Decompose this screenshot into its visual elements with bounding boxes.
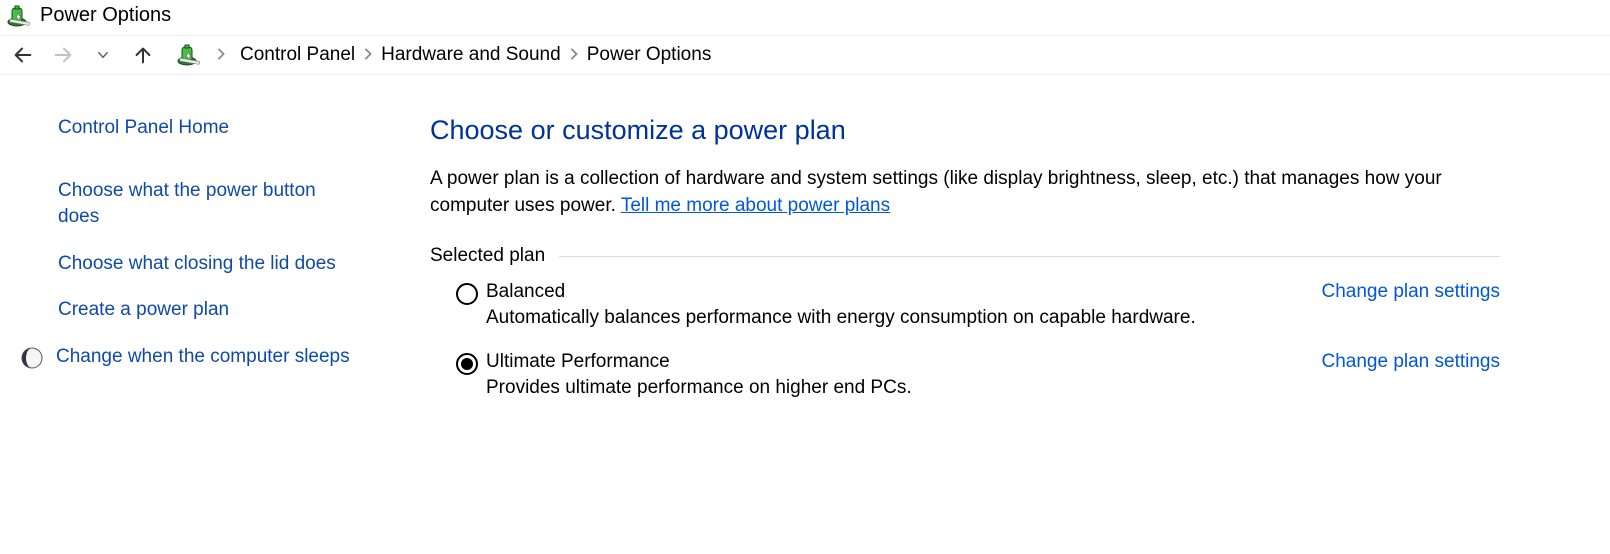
description-text: A power plan is a collection of hardware… xyxy=(430,168,1442,216)
sidebar-link-closing-lid[interactable]: Choose what closing the lid does xyxy=(58,251,360,278)
chevron-right-icon[interactable] xyxy=(569,47,579,63)
navigation-bar: Control Panel Hardware and Sound Power O… xyxy=(0,35,1610,75)
power-battery-icon xyxy=(6,5,32,27)
section-selected-plan: Selected plan xyxy=(430,245,1500,267)
sidebar-home-link[interactable]: Control Panel Home xyxy=(58,115,360,142)
chevron-right-icon[interactable] xyxy=(363,47,373,63)
back-button[interactable] xyxy=(10,42,36,68)
breadcrumb-control-panel[interactable]: Control Panel xyxy=(240,44,355,66)
sidebar-link-power-button[interactable]: Choose what the power button does xyxy=(58,178,360,231)
breadcrumb-power-icon xyxy=(176,44,202,66)
change-plan-settings-link[interactable]: Change plan settings xyxy=(1321,281,1500,303)
up-button[interactable] xyxy=(130,42,156,68)
sidebar-link-computer-sleeps[interactable]: Change when the computer sleeps xyxy=(56,344,350,371)
page-description: A power plan is a collection of hardware… xyxy=(430,166,1500,219)
breadcrumb: Control Panel Hardware and Sound Power O… xyxy=(240,44,711,66)
plan-name[interactable]: Ultimate Performance xyxy=(486,351,670,373)
breadcrumb-hardware-sound[interactable]: Hardware and Sound xyxy=(381,44,561,66)
recent-dropdown-button[interactable] xyxy=(90,42,116,68)
chevron-right-icon[interactable] xyxy=(216,47,226,63)
plan-name[interactable]: Balanced xyxy=(486,281,565,303)
radio-ultimate-performance[interactable] xyxy=(456,353,478,375)
radio-balanced[interactable] xyxy=(456,283,478,305)
sidebar: Control Panel Home Choose what the power… xyxy=(0,115,380,421)
sidebar-link-create-plan[interactable]: Create a power plan xyxy=(58,297,360,324)
breadcrumb-power-options[interactable]: Power Options xyxy=(587,44,712,66)
title-bar: Power Options xyxy=(0,0,1610,35)
window-title: Power Options xyxy=(40,4,171,27)
section-label: Selected plan xyxy=(430,245,545,267)
divider xyxy=(559,256,1500,257)
plan-item-balanced: Balanced Change plan settings Automatica… xyxy=(430,281,1500,329)
forward-button[interactable] xyxy=(50,42,76,68)
main-content: Choose or customize a power plan A power… xyxy=(380,115,1560,421)
moon-phase-icon xyxy=(20,346,44,370)
page-heading: Choose or customize a power plan xyxy=(430,115,1500,146)
learn-more-link[interactable]: Tell me more about power plans xyxy=(621,195,890,216)
plan-description: Automatically balances performance with … xyxy=(486,307,1500,329)
change-plan-settings-link[interactable]: Change plan settings xyxy=(1321,351,1500,373)
plan-item-ultimate: Ultimate Performance Change plan setting… xyxy=(430,351,1500,399)
plan-description: Provides ultimate performance on higher … xyxy=(486,377,1500,399)
